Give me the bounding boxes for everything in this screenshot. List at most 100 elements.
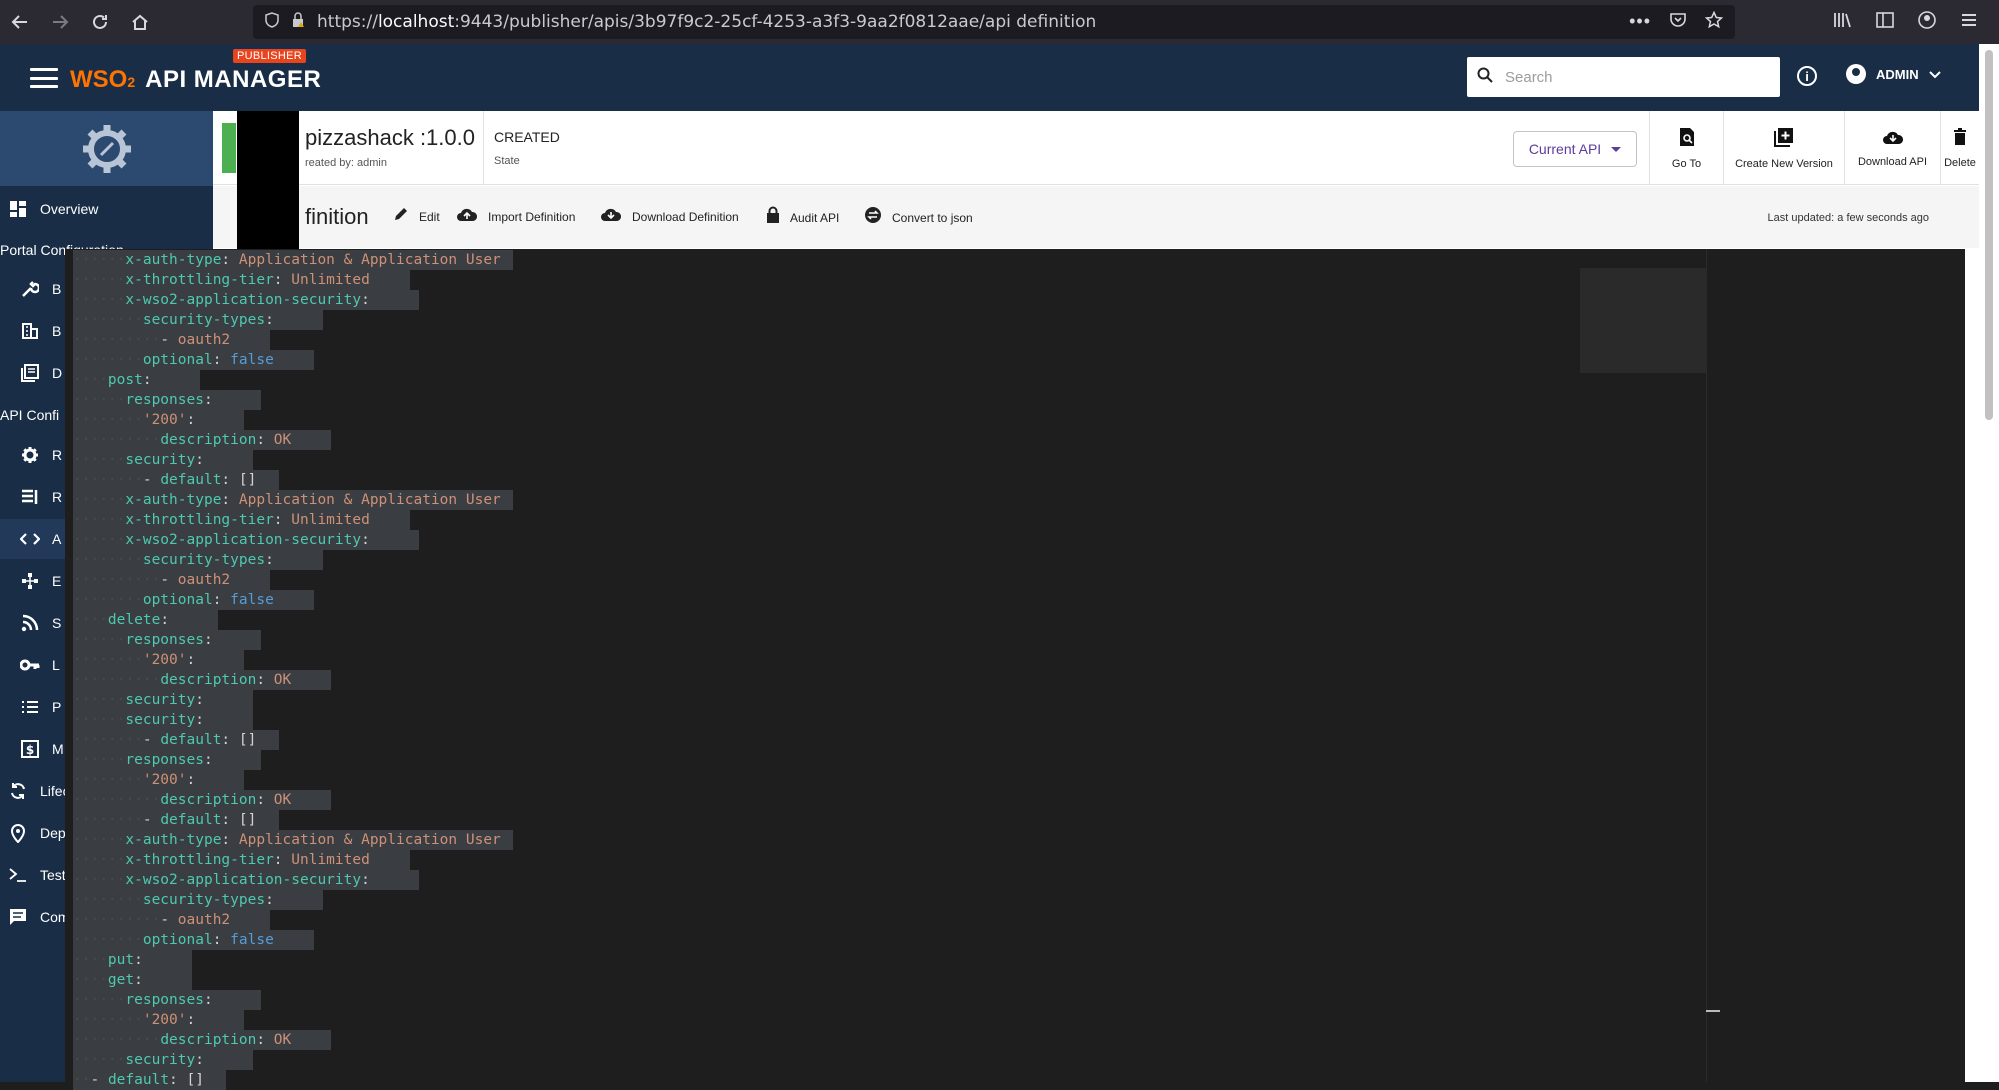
code-line[interactable]: ··········- oauth2 (73, 330, 230, 350)
home-icon[interactable] (120, 0, 160, 44)
code-line[interactable]: ······responses: (73, 750, 213, 770)
code-line[interactable]: ······x-auth-type: Application & Applica… (73, 830, 501, 850)
nav-overview[interactable]: Overview (0, 189, 213, 229)
code-line[interactable]: ··········description: OK (73, 430, 291, 450)
bulleted-list-icon (16, 700, 44, 714)
code-line[interactable]: ········optional: false (73, 930, 274, 950)
code-line[interactable]: ········'200': (73, 650, 195, 670)
forward-arrow-icon[interactable] (40, 0, 80, 44)
hamburger-menu-icon[interactable] (30, 68, 58, 88)
key-icon (16, 659, 44, 671)
page-title: finition (305, 204, 369, 229)
code-line[interactable]: ······security: (73, 450, 204, 470)
code-line[interactable]: ········- default: [] (73, 470, 256, 490)
edit-button[interactable]: Edit (393, 206, 440, 227)
trash-icon (1953, 127, 1967, 151)
code-line[interactable]: ······x-throttling-tier: Unlimited (73, 270, 370, 290)
code-line[interactable]: ········optional: false (73, 590, 274, 610)
code-line[interactable]: ······x-throttling-tier: Unlimited (73, 850, 370, 870)
more-actions-icon[interactable]: ••• (1629, 11, 1651, 34)
api-thumbnail[interactable] (222, 123, 236, 173)
header-divider (483, 111, 484, 185)
refresh-cycle-icon (4, 782, 32, 800)
code-line[interactable]: ········optional: false (73, 350, 274, 370)
go-to-button[interactable]: Go To (1649, 111, 1723, 185)
back-arrow-icon[interactable] (0, 0, 40, 44)
info-icon[interactable]: i (1797, 66, 1817, 86)
code-line[interactable]: ········'200': (73, 410, 195, 430)
code-line[interactable]: ··········- oauth2 (73, 910, 230, 930)
code-line[interactable]: ··- default: [] (73, 1070, 204, 1090)
code-line[interactable]: ······x-auth-type: Application & Applica… (73, 490, 501, 510)
create-new-version-button[interactable]: Create New Version (1723, 111, 1844, 185)
delete-api-button[interactable]: Delete (1940, 111, 1979, 185)
code-line[interactable]: ········- default: [] (73, 730, 256, 750)
code-line[interactable]: ······x-throttling-tier: Unlimited (73, 510, 370, 530)
cloud-download-icon (600, 206, 622, 227)
redacted-block (237, 111, 299, 251)
code-line[interactable]: ··········description: OK (73, 1030, 291, 1050)
library-icon[interactable] (1833, 11, 1853, 34)
rss-feed-icon (16, 614, 44, 632)
code-line[interactable]: ····put: (73, 950, 143, 970)
code-line[interactable]: ······responses: (73, 990, 213, 1010)
code-line[interactable]: ··········- oauth2 (73, 570, 230, 590)
shield-icon[interactable] (265, 11, 279, 33)
endpoints-icon (16, 572, 44, 590)
api-header-bar: pizzashack :1.0.0 reated by: admin CREAT… (213, 111, 1979, 185)
lock-icon (766, 206, 780, 229)
user-avatar-icon (1846, 64, 1866, 84)
user-menu[interactable]: ADMIN (1846, 64, 1941, 84)
code-line[interactable]: ······security: (73, 710, 204, 730)
convert-to-json-button[interactable]: Convert to json (864, 206, 973, 229)
code-line[interactable]: ········security-types: (73, 890, 274, 910)
code-line[interactable]: ····get: (73, 970, 143, 990)
code-line[interactable]: ······responses: (73, 390, 213, 410)
download-api-button[interactable]: Download API (1844, 111, 1940, 185)
library-books-icon (16, 364, 44, 382)
code-line[interactable]: ········'200': (73, 770, 195, 790)
search-field[interactable] (1467, 57, 1780, 97)
code-line[interactable]: ··········description: OK (73, 670, 291, 690)
code-line[interactable]: ········security-types: (73, 310, 274, 330)
search-input[interactable] (1505, 68, 1765, 86)
reload-icon[interactable] (80, 0, 120, 44)
gear-wrench-icon (82, 124, 131, 173)
import-definition-button[interactable]: Import Definition (456, 206, 575, 227)
api-settings-icon-block (0, 111, 213, 186)
audit-api-button[interactable]: Audit API (766, 206, 839, 229)
account-icon[interactable] (1917, 10, 1937, 35)
code-line[interactable]: ······responses: (73, 630, 213, 650)
editor-minimap[interactable] (1580, 268, 1706, 373)
wrench-icon (16, 280, 44, 298)
api-state-label: State (494, 155, 520, 167)
code-line[interactable]: ······x-wso2-application-security: (73, 530, 370, 550)
page-scrollbar-thumb[interactable] (1985, 50, 1993, 420)
code-line[interactable]: ······x-wso2-application-security: (73, 870, 370, 890)
url-text[interactable]: https://localhost:9443/publisher/apis/3b… (317, 12, 1096, 32)
code-line[interactable]: ········- default: [] (73, 810, 256, 830)
page-scrollbar[interactable] (1979, 44, 1999, 1082)
insecure-lock-icon[interactable] (291, 11, 305, 33)
code-line[interactable]: ········'200': (73, 1010, 195, 1030)
code-line[interactable]: ······security: (73, 1050, 204, 1070)
code-line[interactable]: ····delete: (73, 610, 169, 630)
cloud-upload-icon (456, 206, 478, 227)
code-line[interactable]: ······x-auth-type: Application & Applica… (73, 250, 501, 270)
code-line[interactable]: ········security-types: (73, 550, 274, 570)
bookmark-star-icon[interactable] (1704, 10, 1724, 34)
sidebar-toggle-icon[interactable] (1875, 11, 1895, 34)
code-line[interactable]: ······security: (73, 690, 204, 710)
download-definition-button[interactable]: Download Definition (600, 206, 739, 227)
code-editor[interactable]: ······x-auth-type: Application & Applica… (65, 249, 1965, 1090)
code-line[interactable]: ····post: (73, 370, 152, 390)
version-select[interactable]: Current API (1513, 131, 1637, 167)
wso2-logo[interactable]: WSO 2 API MANAGER (70, 66, 321, 94)
code-line[interactable]: ······x-wso2-application-security: (73, 290, 370, 310)
find-in-page-icon (1678, 127, 1696, 152)
definition-toolbar: finition Edit Import Definition Download… (213, 186, 1979, 248)
address-bar[interactable]: https://localhost:9443/publisher/apis/3b… (253, 5, 1735, 39)
code-line[interactable]: ··········description: OK (73, 790, 291, 810)
menu-icon[interactable] (1959, 11, 1979, 34)
pocket-icon[interactable] (1669, 11, 1687, 34)
